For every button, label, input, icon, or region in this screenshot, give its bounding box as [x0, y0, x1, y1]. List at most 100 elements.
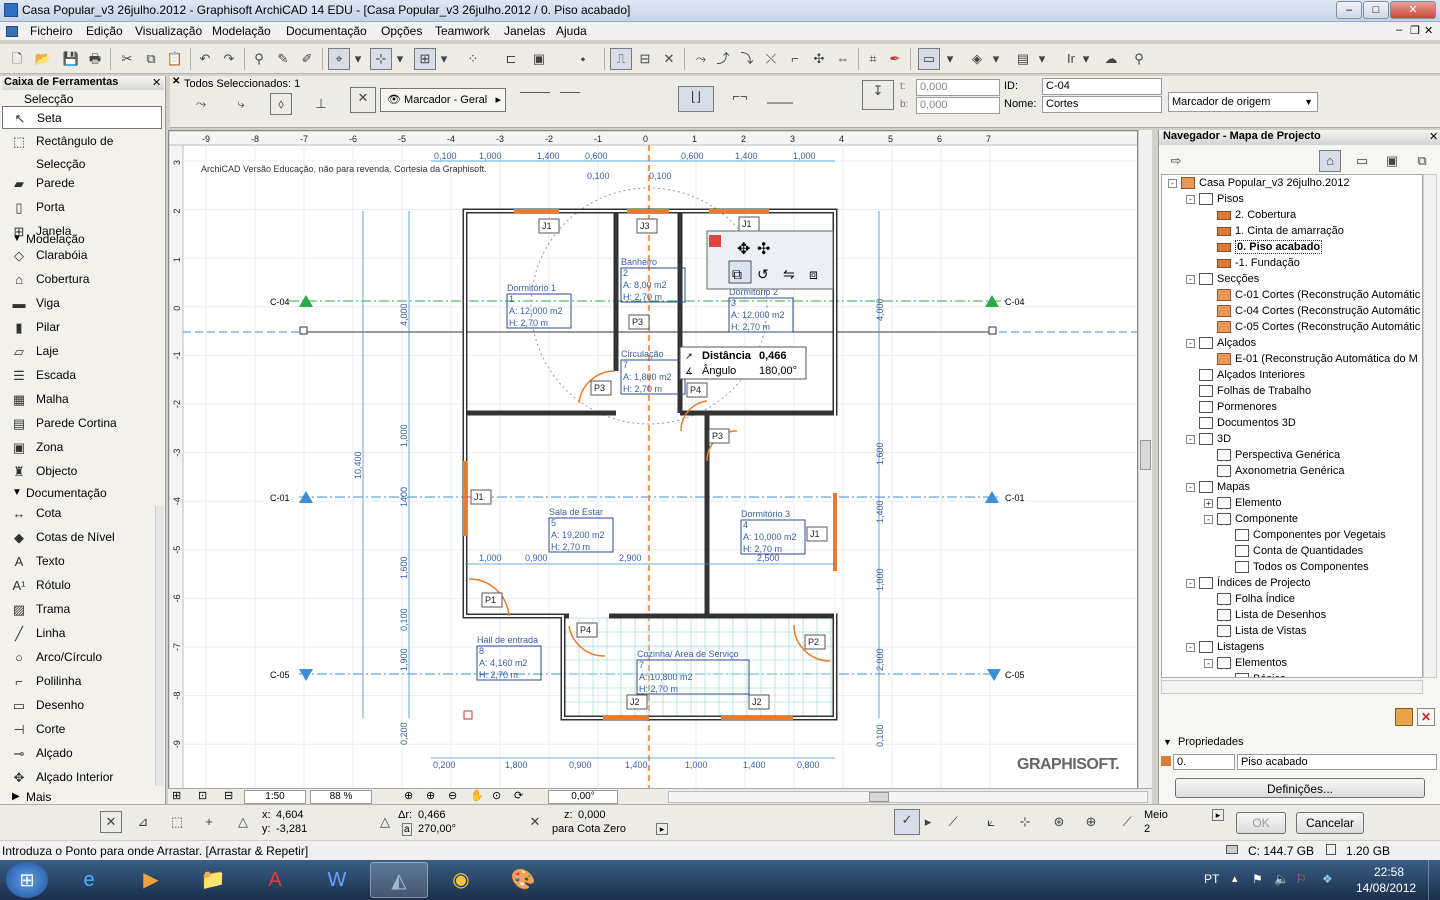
zoom-window-icon[interactable]: ⊡ [198, 789, 207, 802]
dr-value[interactable]: 0,466 [418, 809, 446, 821]
mid-value[interactable]: 2 [1144, 823, 1150, 835]
autocad-icon[interactable]: A [246, 862, 304, 898]
tool-cota[interactable]: ↔ Cota [2, 502, 162, 525]
volume-icon[interactable]: 🔈 [1274, 872, 1289, 886]
tree-item[interactable]: Folhas de Trabalho [1162, 383, 1422, 399]
tree-item[interactable]: - Alçados [1162, 335, 1422, 351]
show-desktop-button[interactable] [1428, 860, 1440, 900]
menu-janelas[interactable]: Janelas [504, 24, 545, 38]
mid-arrow-icon[interactable]: ▸ [1212, 809, 1224, 821]
network-icon[interactable]: ⚑ [1252, 872, 1263, 886]
tool-cotas-de-n-vel[interactable]: ◆ Cotas de Nível [2, 526, 162, 549]
tool-rect-ngulo-de-selec-o[interactable]: ⬚ Rectângulo de Selecção [2, 130, 162, 171]
marker-settings-icon[interactable]: ✕ [350, 87, 376, 113]
layers-icon[interactable]: ⁘ [462, 48, 484, 70]
special-snap-icon[interactable]: ⊕ [1080, 811, 1102, 833]
collapse-icon[interactable]: - [1186, 338, 1195, 348]
tool-seta[interactable]: ↖ Seta [2, 106, 162, 129]
tool-pilar[interactable]: ▮ Pilar [2, 316, 162, 339]
menu-teamwork[interactable]: Teamwork [435, 24, 490, 38]
zoom-out-icon[interactable]: ⊖ [448, 789, 457, 802]
midpoint-icon[interactable]: ⟋ [1116, 811, 1138, 833]
tree-item[interactable]: - 3D [1162, 431, 1422, 447]
interactive-schedule-icon[interactable]: Ir [1060, 48, 1082, 70]
line-type-1[interactable] [520, 92, 550, 93]
infobox-collapse-icon[interactable]: ✕ [172, 76, 180, 87]
doc-minimize-icon[interactable]: – [1396, 24, 1402, 36]
tree-item[interactable]: - Listagens [1162, 639, 1422, 655]
cursor-plus-icon[interactable]: + [198, 811, 220, 833]
floor-number-field[interactable]: 0. [1173, 754, 1235, 770]
vertical-range-icon[interactable]: ↧ [862, 80, 894, 110]
snap-guides-dropdown-icon[interactable]: ▾ [352, 48, 364, 70]
tree-item[interactable]: Perspectiva Genérica [1162, 447, 1422, 463]
collapse-icon[interactable]: - [1186, 434, 1195, 444]
show-hidden-icons[interactable]: ▴ [1232, 872, 1238, 885]
menu-visualizacao[interactable]: Visualização [135, 24, 202, 38]
marker-head-3-icon[interactable]: ⎽⎽ [762, 86, 798, 112]
language-indicator[interactable]: PT [1204, 872, 1219, 886]
zoom-field[interactable]: 88 % [310, 790, 372, 804]
favorites-icon[interactable]: ⬩ [572, 48, 594, 70]
origin-marker-select[interactable]: Marcador de origem ▼ [1168, 92, 1318, 112]
action-center-icon[interactable]: ⚐ [1296, 872, 1307, 886]
gravity-icon[interactable]: ⊹ [370, 48, 392, 70]
z-value[interactable]: 0,000 [578, 809, 606, 821]
tree-item[interactable]: - Pisos [1162, 191, 1422, 207]
eyedropper-icon[interactable]: ✎ [272, 48, 294, 70]
menu-opcoes[interactable]: Opções [381, 24, 422, 38]
expand-icon[interactable]: + [1204, 498, 1213, 508]
3d-view-icon[interactable]: ◈ [966, 48, 988, 70]
find-select-icon[interactable]: ⚲ [248, 48, 270, 70]
floor-plan-view-dropdown-icon[interactable]: ▾ [944, 48, 956, 70]
tree-item[interactable]: 2. Cobertura [1162, 207, 1422, 223]
collapse-icon[interactable]: - [1204, 658, 1213, 668]
snap-points-icon[interactable]: ⬚ [166, 811, 188, 833]
grid-snap-icon[interactable]: ⊞ [414, 48, 436, 70]
vertical-scroll-thumb[interactable] [1140, 440, 1151, 470]
x-value[interactable]: 4,604 [276, 809, 304, 821]
tool-janela[interactable]: ⊞ Janela [2, 220, 162, 243]
cancel-input-icon[interactable]: ✕ [100, 811, 122, 833]
collapse-icon[interactable]: - [1168, 178, 1177, 188]
marker-head-2-icon[interactable]: ⌐¬ [722, 86, 758, 112]
new-view-icon[interactable] [1395, 708, 1413, 726]
tree-item[interactable]: C-05 Cortes (Reconstrução Automátic [1162, 319, 1422, 335]
tree-item[interactable]: Folha Índice [1162, 591, 1422, 607]
tree-item[interactable]: -1. Fundação [1162, 255, 1422, 271]
delta-polar-icon[interactable]: △ [374, 811, 396, 833]
grid-settings-icon[interactable]: ⊛ [1048, 811, 1070, 833]
publisher-icon[interactable]: ⧉ [1411, 150, 1433, 172]
section-method-icon[interactable]: ⤷ [230, 93, 252, 115]
grid-snap-dropdown-icon[interactable]: ▾ [438, 48, 450, 70]
tool-clarab-ia[interactable]: ◇ Clarabóia [2, 244, 162, 267]
render-icon[interactable]: ✒ [884, 48, 906, 70]
3d-navigation-icon[interactable]: ⌗ [862, 48, 884, 70]
horizontal-scroll-thumb[interactable] [869, 792, 889, 802]
collapse-icon[interactable]: - [1186, 642, 1195, 652]
word-icon[interactable]: W [308, 862, 366, 898]
minimize-button[interactable]: – [1336, 1, 1362, 19]
adjust-icon[interactable]: ⤵ [736, 48, 758, 70]
documentation-category[interactable]: ▼ Documentação [2, 484, 162, 502]
undo-icon[interactable]: ↶ [194, 48, 216, 70]
media-player-icon[interactable]: ▶ [122, 862, 180, 898]
trim-icon[interactable]: ⤳ [690, 48, 712, 70]
tool-zona[interactable]: ▣ Zona [2, 436, 162, 459]
gravity-dropdown-icon[interactable]: ▾ [394, 48, 406, 70]
tree-item[interactable]: 0. Piso acabado [1162, 239, 1422, 255]
3d-view-dropdown-icon[interactable]: ▾ [990, 48, 1002, 70]
horizontal-scrollbar[interactable] [668, 791, 1148, 803]
doc-restore-icon[interactable]: ❐ [1410, 24, 1420, 37]
tool-al-ado-interior[interactable]: ✥ Alçado Interior [2, 766, 162, 789]
marker-dropdown[interactable]: 👁 Marcador - Geral ▸ [380, 88, 506, 112]
rotate-view-icon[interactable]: ⟳ [514, 789, 523, 802]
collapse-icon[interactable]: - [1186, 578, 1195, 588]
relative-coords-icon[interactable]: ⊿ [132, 811, 154, 833]
tree-vertical-scrollbar[interactable] [1423, 174, 1437, 678]
tool-viga[interactable]: ▬ Viga [2, 292, 162, 315]
b-field[interactable]: 0,000 [916, 97, 1000, 114]
intersect-icon[interactable]: ⤬ [760, 48, 782, 70]
doc-close-icon[interactable]: ✕ [1424, 24, 1433, 37]
marker-head-1-icon[interactable]: ⌊⌋ [678, 86, 714, 112]
